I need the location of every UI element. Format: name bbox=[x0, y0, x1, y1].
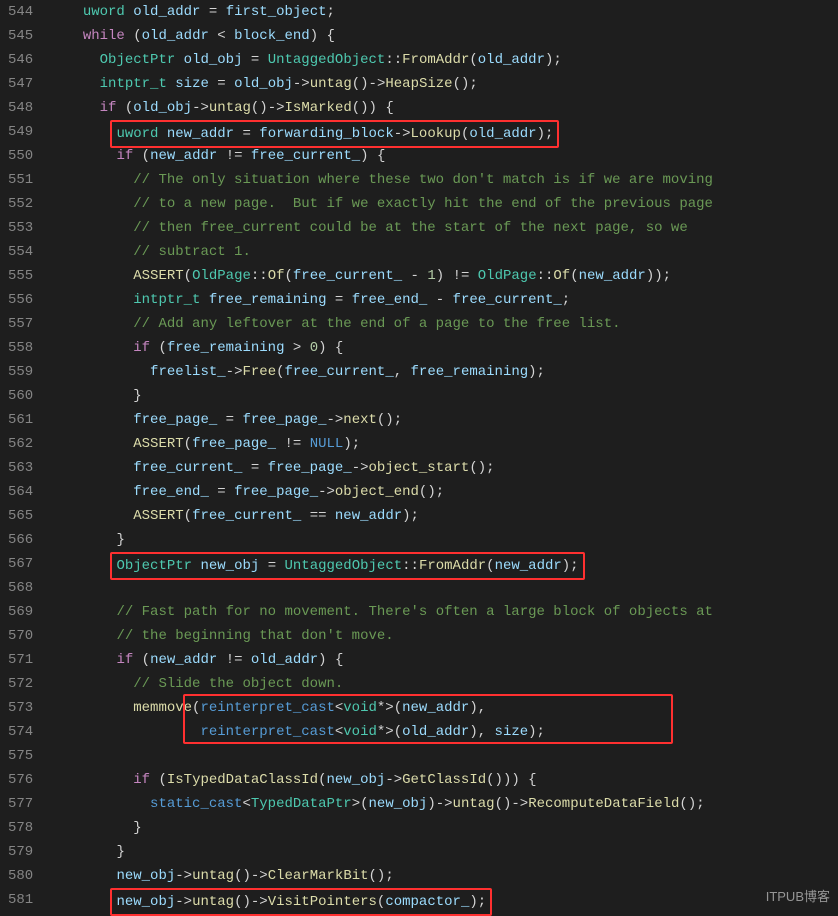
line-number-gutter: 5445455465475485495505515525535545555565… bbox=[0, 0, 49, 912]
code-line[interactable]: free_current_ = free_page_->object_start… bbox=[49, 456, 713, 480]
code-editor[interactable]: 5445455465475485495505515525535545555565… bbox=[0, 0, 838, 912]
code-line[interactable]: uword new_addr = forwarding_block->Looku… bbox=[49, 120, 713, 144]
code-line[interactable]: if (IsTypedDataClassId(new_obj->GetClass… bbox=[49, 768, 713, 792]
line-number: 558 bbox=[8, 336, 33, 360]
line-number: 581 bbox=[8, 888, 33, 912]
code-line[interactable]: free_end_ = free_page_->object_end(); bbox=[49, 480, 713, 504]
code-line[interactable]: if (old_obj->untag()->IsMarked()) { bbox=[49, 96, 713, 120]
line-number: 548 bbox=[8, 96, 33, 120]
line-number: 576 bbox=[8, 768, 33, 792]
code-line[interactable]: new_obj->untag()->ClearMarkBit(); bbox=[49, 864, 713, 888]
code-line[interactable]: if (new_addr != old_addr) { bbox=[49, 648, 713, 672]
line-number: 571 bbox=[8, 648, 33, 672]
code-line[interactable]: } bbox=[49, 528, 713, 552]
line-number: 561 bbox=[8, 408, 33, 432]
code-line[interactable]: new_obj->untag()->VisitPointers(compacto… bbox=[49, 888, 713, 912]
line-number: 580 bbox=[8, 864, 33, 888]
line-number: 579 bbox=[8, 840, 33, 864]
code-line[interactable]: while (old_addr < block_end) { bbox=[49, 24, 713, 48]
code-line[interactable] bbox=[49, 744, 713, 768]
line-number: 573 bbox=[8, 696, 33, 720]
line-number: 559 bbox=[8, 360, 33, 384]
code-line[interactable]: } bbox=[49, 384, 713, 408]
code-line[interactable]: // the beginning that don't move. bbox=[49, 624, 713, 648]
code-line[interactable]: freelist_->Free(free_current_, free_rema… bbox=[49, 360, 713, 384]
code-line[interactable]: if (free_remaining > 0) { bbox=[49, 336, 713, 360]
line-number: 564 bbox=[8, 480, 33, 504]
line-number: 565 bbox=[8, 504, 33, 528]
code-line[interactable]: memmove(reinterpret_cast<void*>(new_addr… bbox=[49, 696, 713, 720]
line-number: 546 bbox=[8, 48, 33, 72]
line-number: 578 bbox=[8, 816, 33, 840]
line-number: 555 bbox=[8, 264, 33, 288]
code-line[interactable]: // Fast path for no movement. There's of… bbox=[49, 600, 713, 624]
line-number: 554 bbox=[8, 240, 33, 264]
line-number: 567 bbox=[8, 552, 33, 576]
line-number: 570 bbox=[8, 624, 33, 648]
code-line[interactable]: // Add any leftover at the end of a page… bbox=[49, 312, 713, 336]
line-number: 569 bbox=[8, 600, 33, 624]
code-line[interactable]: reinterpret_cast<void*>(old_addr), size)… bbox=[49, 720, 713, 744]
code-line[interactable]: uword old_addr = first_object; bbox=[49, 0, 713, 24]
code-line[interactable]: ASSERT(free_current_ == new_addr); bbox=[49, 504, 713, 528]
line-number: 547 bbox=[8, 72, 33, 96]
code-line[interactable]: ASSERT(free_page_ != NULL); bbox=[49, 432, 713, 456]
code-line[interactable]: } bbox=[49, 816, 713, 840]
code-area[interactable]: uword old_addr = first_object; while (ol… bbox=[49, 0, 713, 912]
code-line[interactable]: ObjectPtr old_obj = UntaggedObject::From… bbox=[49, 48, 713, 72]
code-line[interactable]: // The only situation where these two do… bbox=[49, 168, 713, 192]
line-number: 549 bbox=[8, 120, 33, 144]
line-number: 562 bbox=[8, 432, 33, 456]
line-number: 560 bbox=[8, 384, 33, 408]
code-line[interactable]: intptr_t size = old_obj->untag()->HeapSi… bbox=[49, 72, 713, 96]
line-number: 566 bbox=[8, 528, 33, 552]
line-number: 572 bbox=[8, 672, 33, 696]
watermark: ITPUB博客 bbox=[766, 885, 830, 909]
code-line[interactable]: free_page_ = free_page_->next(); bbox=[49, 408, 713, 432]
line-number: 544 bbox=[8, 0, 33, 24]
code-line[interactable]: ObjectPtr new_obj = UntaggedObject::From… bbox=[49, 552, 713, 576]
line-number: 563 bbox=[8, 456, 33, 480]
code-line[interactable] bbox=[49, 576, 713, 600]
code-line[interactable]: // to a new page. But if we exactly hit … bbox=[49, 192, 713, 216]
code-line[interactable]: // then free_current could be at the sta… bbox=[49, 216, 713, 240]
code-line[interactable]: intptr_t free_remaining = free_end_ - fr… bbox=[49, 288, 713, 312]
code-line[interactable]: // Slide the object down. bbox=[49, 672, 713, 696]
line-number: 574 bbox=[8, 720, 33, 744]
line-number: 556 bbox=[8, 288, 33, 312]
code-line[interactable]: if (new_addr != free_current_) { bbox=[49, 144, 713, 168]
line-number: 545 bbox=[8, 24, 33, 48]
line-number: 550 bbox=[8, 144, 33, 168]
line-number: 553 bbox=[8, 216, 33, 240]
code-line[interactable]: // subtract 1. bbox=[49, 240, 713, 264]
line-number: 551 bbox=[8, 168, 33, 192]
line-number: 577 bbox=[8, 792, 33, 816]
line-number: 568 bbox=[8, 576, 33, 600]
code-line[interactable]: } bbox=[49, 840, 713, 864]
line-number: 575 bbox=[8, 744, 33, 768]
code-line[interactable]: static_cast<TypedDataPtr>(new_obj)->unta… bbox=[49, 792, 713, 816]
code-line[interactable]: ASSERT(OldPage::Of(free_current_ - 1) !=… bbox=[49, 264, 713, 288]
line-number: 557 bbox=[8, 312, 33, 336]
line-number: 552 bbox=[8, 192, 33, 216]
